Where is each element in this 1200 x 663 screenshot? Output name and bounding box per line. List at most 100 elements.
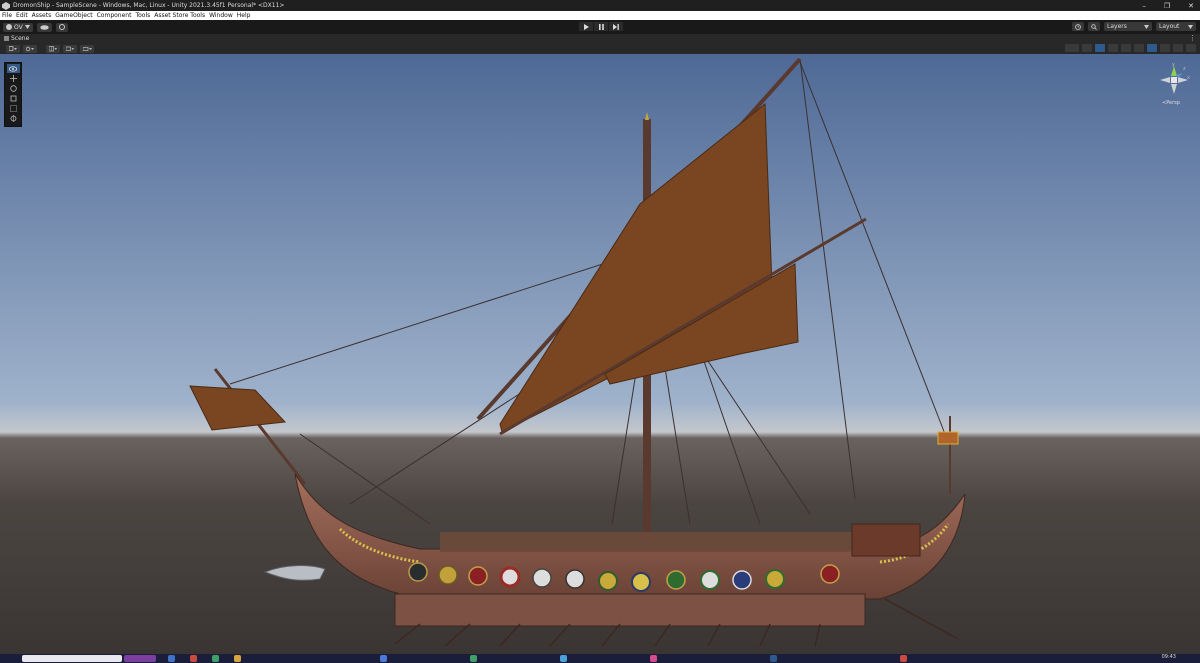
search-button[interactable] — [1088, 22, 1100, 31]
taskbar-app-icon[interactable] — [168, 655, 175, 662]
taskbar-app-icon[interactable] — [234, 655, 241, 662]
cloud-button[interactable] — [36, 22, 52, 32]
scene-icon — [4, 36, 9, 41]
pause-button[interactable] — [594, 22, 608, 31]
pause-icon — [598, 23, 604, 30]
step-icon — [613, 23, 619, 30]
taskbar-app-icon[interactable] — [470, 655, 477, 662]
collab-button[interactable] — [55, 22, 68, 32]
transform-tool-button[interactable] — [7, 114, 20, 123]
gizmo-z-label: z — [1183, 66, 1186, 72]
gizmo-y-label: y — [1172, 62, 1175, 68]
maximize-button[interactable]: ❐ — [1164, 2, 1170, 10]
snap-icon — [66, 46, 74, 51]
audio-toggle-icon[interactable] — [1108, 44, 1118, 52]
menu-item-tools[interactable]: Tools — [135, 12, 150, 19]
axis-gizmo-icon — [1160, 66, 1188, 94]
chevron-down-icon — [1188, 24, 1193, 29]
rect-transform-icon — [9, 105, 17, 112]
account-icon — [6, 24, 12, 30]
view-tool-button[interactable] — [6, 64, 20, 73]
minimize-button[interactable]: – — [1142, 2, 1146, 10]
taskbar-app-icon[interactable] — [380, 655, 387, 662]
account-dropdown[interactable]: OV — [3, 22, 33, 32]
menu-item-asset-store-tools[interactable]: Asset Store Tools — [154, 12, 205, 19]
menu-item-component[interactable]: Component — [97, 12, 132, 19]
scene-tools-overlay — [4, 62, 22, 127]
unity-logo-icon — [2, 1, 10, 10]
collab-icon — [58, 24, 65, 30]
history-icon — [1075, 23, 1081, 30]
playmode-controls — [579, 22, 623, 31]
scene-view-options — [1065, 44, 1196, 52]
rect-tool-button[interactable] — [7, 104, 20, 113]
toolbar-right: Layers Layout — [1072, 22, 1196, 31]
projection-toggle[interactable]: ≺Persp — [1162, 100, 1180, 106]
scale-tool-button[interactable] — [7, 94, 20, 103]
close-button[interactable]: ✕ — [1188, 2, 1194, 10]
settings-gear-icon[interactable] — [1186, 44, 1196, 52]
taskbar-search-box[interactable] — [22, 655, 122, 662]
effects-toggle-icon[interactable] — [1121, 44, 1131, 52]
step-button[interactable] — [609, 22, 623, 31]
grid-snap-dropdown[interactable] — [46, 44, 60, 53]
increment-snap-dropdown[interactable] — [80, 44, 94, 53]
taskbar-widget[interactable] — [124, 655, 156, 662]
draw-mode-icon[interactable] — [1082, 44, 1092, 52]
history-button[interactable] — [1072, 22, 1084, 31]
menu-item-help[interactable]: Help — [237, 12, 251, 19]
taskbar-app-icon[interactable] — [190, 655, 197, 662]
menu-item-gameobject[interactable]: GameObject — [55, 12, 92, 19]
search-icon — [1091, 23, 1097, 30]
stern-banner — [937, 431, 959, 445]
account-label: OV — [14, 23, 23, 31]
scene-toolbar — [0, 43, 1200, 54]
kebab-menu-icon[interactable]: ⋮ — [1189, 34, 1196, 42]
chevron-down-icon — [26, 46, 34, 51]
chevron-down-icon — [9, 45, 17, 51]
window-title: DromonShip - SampleScene - Windows, Mac,… — [13, 2, 285, 9]
layout-label: Layout — [1159, 23, 1180, 30]
scene-camera-icon[interactable] — [1147, 44, 1157, 52]
rotate-tool-button[interactable] — [7, 84, 20, 93]
taskbar-app-icon[interactable] — [212, 655, 219, 662]
menu-item-window[interactable]: Window — [209, 12, 233, 19]
scale-icon — [10, 95, 16, 102]
lighting-toggle-icon[interactable] — [1095, 44, 1105, 52]
snap-increment-dropdown[interactable] — [63, 44, 77, 53]
menu-item-file[interactable]: File — [2, 12, 12, 19]
ruler-icon — [82, 46, 92, 51]
layout-dropdown[interactable]: Layout — [1156, 22, 1196, 31]
hidden-objects-icon[interactable] — [1134, 44, 1144, 52]
deck-cargo — [440, 532, 860, 552]
play-button[interactable] — [579, 22, 593, 31]
taskbar-unity-icon[interactable] — [770, 655, 777, 662]
move-tool-button[interactable] — [7, 74, 20, 83]
os-taskbar: 09:43 — [0, 654, 1200, 663]
chevron-down-icon — [1144, 24, 1149, 29]
menu-item-edit[interactable]: Edit — [16, 12, 28, 19]
scene-viewport[interactable] — [0, 54, 1200, 654]
gizmos-toggle-icon[interactable] — [1160, 44, 1170, 52]
menu-bar: File Edit Assets GameObject Component To… — [0, 11, 1200, 20]
tab-scene[interactable]: Scene — [4, 35, 29, 42]
move-icon — [9, 75, 17, 82]
taskbar-app-icon[interactable] — [650, 655, 657, 662]
stern-cabin — [851, 523, 921, 557]
tab-scene-label: Scene — [11, 35, 30, 42]
grid-icon — [49, 45, 57, 51]
layers-dropdown[interactable]: Layers — [1104, 22, 1152, 31]
window-titlebar: DromonShip - SampleScene - Windows, Mac,… — [0, 0, 1200, 11]
taskbar-app-icon[interactable] — [900, 655, 907, 662]
taskbar-app-icon[interactable] — [560, 655, 567, 662]
pivot-dropdown[interactable] — [23, 44, 37, 53]
twod-toggle-icon[interactable] — [1173, 44, 1183, 52]
play-icon — [583, 23, 589, 30]
cloud-icon — [40, 25, 49, 30]
layers-label: Layers — [1107, 23, 1127, 30]
menu-item-assets[interactable]: Assets — [32, 12, 52, 19]
transform-tool-dropdown[interactable] — [6, 44, 20, 53]
orientation-gizmo[interactable]: y x z ≺Persp — [1156, 62, 1194, 108]
system-clock: 09:43 — [1161, 654, 1176, 660]
shading-mode-icon[interactable] — [1065, 44, 1079, 52]
